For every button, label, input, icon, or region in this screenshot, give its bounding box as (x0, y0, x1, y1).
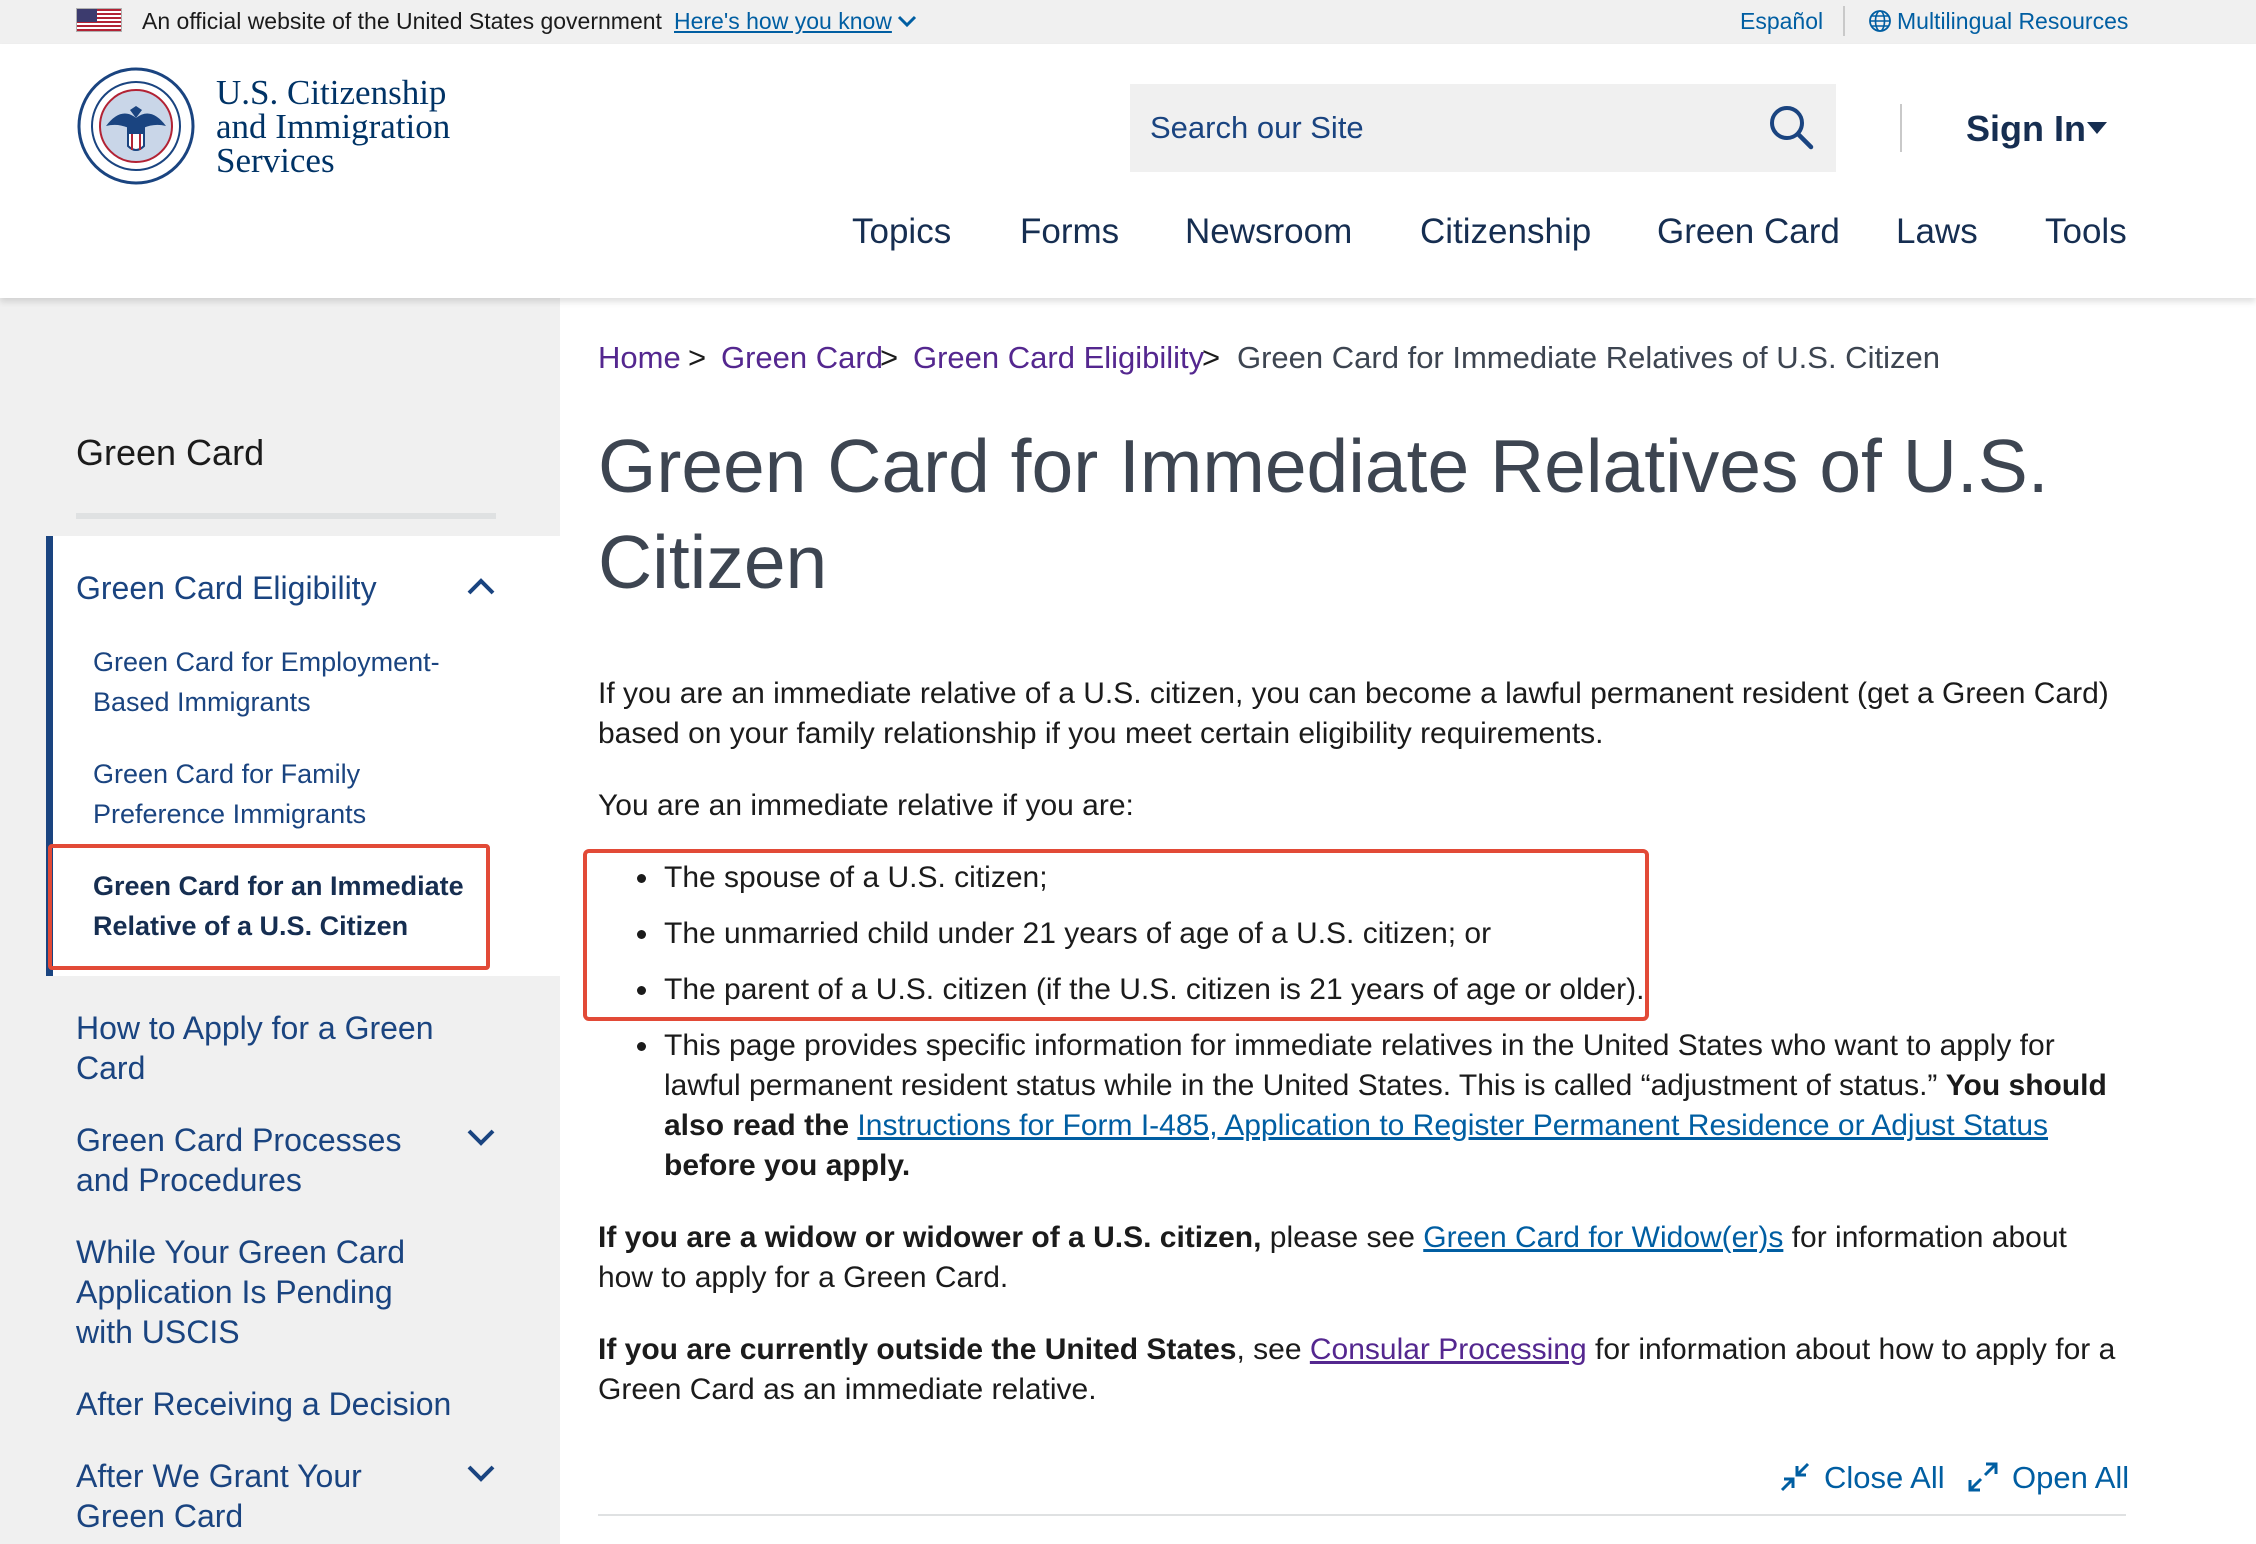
logo-line-2: and Immigration (216, 107, 451, 146)
header-divider (1900, 104, 1902, 152)
intro-paragraph: If you are an immediate relative of a U.… (598, 677, 2109, 750)
sidebar-item-how-to-apply[interactable]: How to Apply for a Green Card (76, 1008, 456, 1088)
caret-down-icon[interactable] (2086, 121, 2108, 135)
breadcrumb-separator: > (1202, 340, 1221, 375)
chevron-down-icon[interactable] (466, 1464, 496, 1484)
search-input[interactable] (1130, 84, 1750, 172)
how-you-know-link[interactable]: Here's how you know (674, 8, 892, 35)
outside-us-paragraph: If you are currently outside the United … (598, 1330, 2126, 1410)
bullet-dot (637, 1042, 646, 1051)
breadcrumb-eligibility[interactable]: Green Card Eligibility (913, 340, 1204, 376)
breadcrumb-current: Green Card for Immediate Relatives of U.… (1237, 340, 1940, 375)
adjustment-info-text: This page provides specific information … (664, 1029, 2055, 1102)
nav-citizenship[interactable]: Citizenship (1420, 212, 1591, 252)
sidebar-divider (76, 513, 496, 519)
breadcrumb-separator: > (688, 340, 707, 375)
sign-in-button[interactable]: Sign In (1966, 108, 2086, 150)
search-box (1130, 84, 1836, 172)
widow-bold: If you are a widow or widower of a U.S. … (598, 1221, 1262, 1254)
collapse-arrows-icon[interactable] (1780, 1462, 1810, 1492)
expand-arrows-icon[interactable] (1968, 1462, 1998, 1492)
sidebar-item-after-decision[interactable]: After Receiving a Decision (76, 1384, 496, 1424)
nav-forms[interactable]: Forms (1020, 212, 1119, 252)
outside-text: , see (1236, 1333, 1302, 1366)
logo-line-3: Services (216, 141, 335, 180)
dhs-seal-logo[interactable] (76, 66, 196, 186)
sidebar-item-application-pending[interactable]: While Your Green Card Application Is Pen… (76, 1232, 416, 1352)
nav-tools[interactable]: Tools (2045, 212, 2127, 252)
breadcrumb-green-card[interactable]: Green Card (721, 340, 883, 376)
multilingual-resources-link[interactable]: Multilingual Resources (1897, 8, 2128, 35)
close-all-button[interactable]: Close All (1824, 1460, 1945, 1496)
outside-bold: If you are currently outside the United … (598, 1333, 1237, 1366)
sidebar-item-family-preference[interactable]: Green Card for Family Preference Immigra… (93, 754, 433, 834)
consular-processing-link[interactable]: Consular Processing (1310, 1333, 1587, 1366)
sidebar-item-after-grant[interactable]: After We Grant Your Green Card (76, 1456, 456, 1536)
highlight-annotation-sidebar (48, 844, 490, 970)
list-item-adjustment-info: This page provides specific information … (664, 1026, 2126, 1186)
chevron-up-icon[interactable] (466, 576, 496, 596)
breadcrumb-separator: > (880, 340, 899, 375)
banner-divider (1843, 6, 1845, 36)
chevron-down-icon[interactable] (466, 1128, 496, 1148)
list-intro: You are an immediate relative if you are… (598, 789, 1134, 822)
highlight-annotation-list (583, 849, 1649, 1021)
sidebar-item-green-card-eligibility[interactable]: Green Card Eligibility (76, 568, 456, 608)
logo-line-1: U.S. Citizenship (216, 73, 447, 112)
globe-icon (1869, 10, 1891, 32)
official-website-text: An official website of the United States… (142, 8, 662, 34)
page-title: Green Card for Immediate Relatives of U.… (598, 424, 2049, 604)
search-icon[interactable] (1768, 104, 1814, 150)
nav-topics[interactable]: Topics (852, 212, 951, 252)
widow-text: please see (1269, 1221, 1415, 1254)
form-i485-instructions-link[interactable]: Instructions for Form I-485, Application… (857, 1109, 2048, 1142)
sidebar-title: Green Card (76, 432, 265, 473)
us-flag-icon (76, 8, 122, 32)
nav-newsroom[interactable]: Newsroom (1185, 212, 1352, 252)
adjustment-info-bold-end: before you apply. (664, 1149, 911, 1182)
breadcrumb-home[interactable]: Home (598, 340, 681, 376)
nav-green-card[interactable]: Green Card (1657, 212, 1840, 252)
sidebar-item-employment-based[interactable]: Green Card for Employment-Based Immigran… (93, 642, 453, 722)
nav-laws[interactable]: Laws (1896, 212, 1978, 252)
widower-link[interactable]: Green Card for Widow(er)s (1423, 1221, 1783, 1254)
uscis-logo-text[interactable]: U.S. Citizenship and Immigration Service… (216, 73, 451, 180)
accordion-top-border (598, 1514, 2126, 1516)
sidebar-item-processes-procedures[interactable]: Green Card Processes and Procedures (76, 1120, 456, 1200)
open-all-button[interactable]: Open All (2012, 1460, 2129, 1496)
widow-paragraph: If you are a widow or widower of a U.S. … (598, 1218, 2126, 1298)
gov-banner: An official website of the United States… (0, 0, 2256, 44)
espanol-link[interactable]: Español (1740, 8, 1823, 35)
chevron-down-icon[interactable] (896, 10, 918, 32)
